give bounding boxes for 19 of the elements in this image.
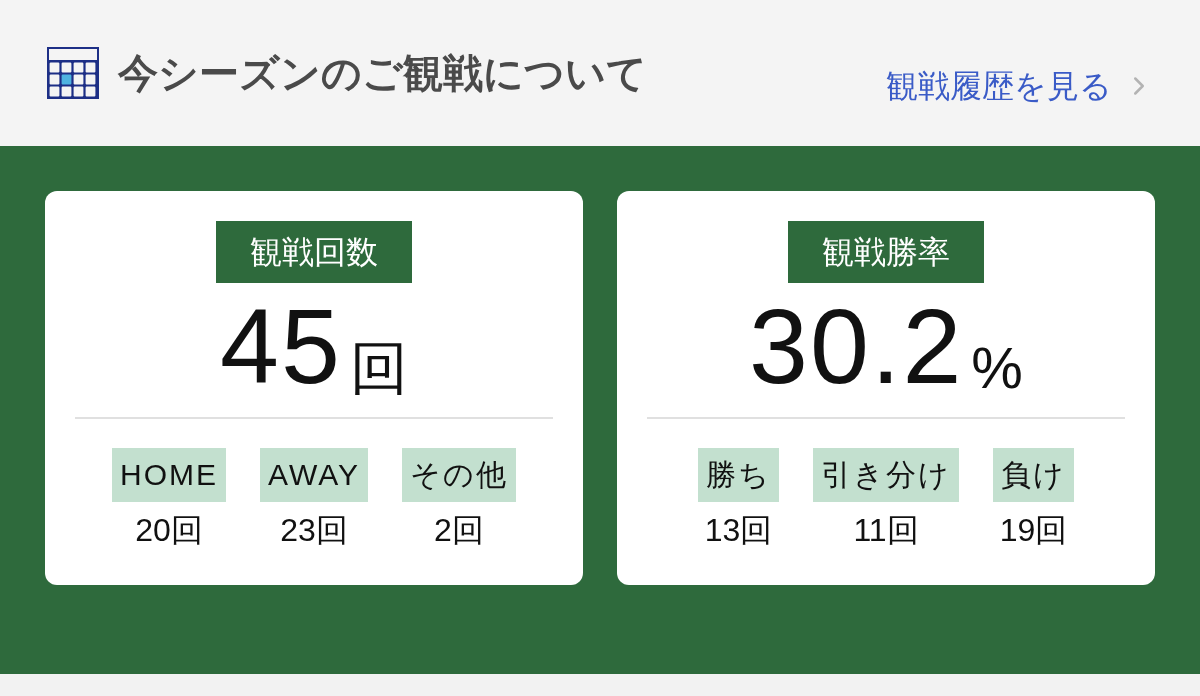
calendar-icon [46,46,100,100]
section-title: 今シーズンのご観戦について [118,53,647,93]
history-link[interactable]: 観戦履歴を見る [886,70,1154,102]
breakdown-value: 23回 [280,514,348,546]
breakdown-label: 負け [993,448,1074,502]
breakdown-value: 2回 [434,514,484,546]
breakdown-value: 11回 [853,514,919,546]
breakdown-label: 引き分け [813,448,959,502]
stat-value: 30.2% [749,295,1023,407]
breakdown-label: HOME [112,448,227,502]
breakdown-value: 19回 [999,514,1068,546]
breakdown-label: AWAY [260,448,368,502]
stat-label: 観戦勝率 [788,221,984,283]
breakdown-label: その他 [401,448,516,502]
breakdown-value: 13回 [704,514,773,546]
stat-label: 観戦回数 [216,221,412,283]
breakdown-value: 20回 [135,514,203,546]
stat-value: 45 回 [220,295,408,407]
breakdown-label: 勝ち [698,448,779,502]
